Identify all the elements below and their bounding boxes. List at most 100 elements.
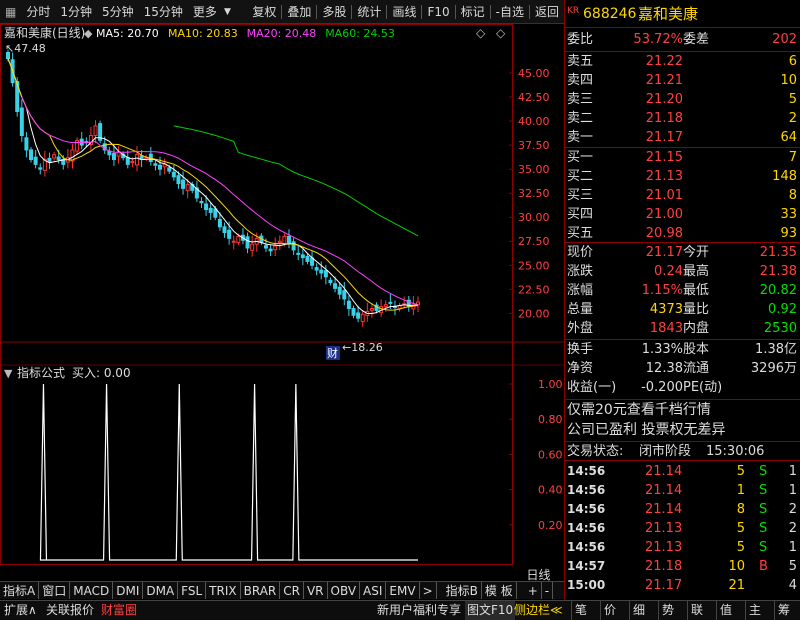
kline-chart[interactable]: 嘉和美康(日线) ◆ MA5: 20.70 MA10: 20.83 MA20: 20.… <box>0 24 564 566</box>
adjust-button[interactable]: 复权 <box>247 0 281 24</box>
indicator-tab[interactable]: VR <box>304 582 328 599</box>
candle-body <box>130 160 135 163</box>
bid-row[interactable]: 买三 21.01 8 <box>565 186 800 205</box>
side-tab[interactable]: 值 <box>716 601 732 620</box>
candle-body <box>47 157 52 162</box>
side-tab[interactable]: 联 <box>687 601 703 620</box>
side-tab[interactable]: 价 <box>600 601 616 620</box>
candle-body <box>181 179 186 189</box>
stats-button[interactable]: 统计 <box>352 0 386 24</box>
period-more[interactable]: 更多 <box>188 0 222 24</box>
wealth-circle-button[interactable]: 财富圈 <box>101 601 137 620</box>
candle-body <box>227 229 232 239</box>
candle-body <box>300 254 305 259</box>
candlesticks <box>6 49 420 327</box>
candle-body <box>250 243 255 251</box>
stat-row: 涨跌 0.24 最高 21.38 <box>567 264 797 279</box>
ma-settings-icon[interactable]: ◆ <box>84 27 93 40</box>
indicator-tab[interactable]: 模 板 <box>482 582 517 599</box>
indicator-tab[interactable]: FSL <box>178 582 207 599</box>
mark-button[interactable]: 标记 <box>456 0 490 24</box>
related-quotes-button[interactable]: 关联报价 <box>46 601 94 620</box>
candle-body <box>388 301 393 304</box>
ma-label-1: MA10: 20.83 <box>168 27 238 40</box>
indicator-tab[interactable]: 窗口 <box>39 582 71 599</box>
indicator-tab[interactable]: MACD <box>70 582 114 599</box>
candle-body <box>167 167 172 172</box>
indicator-tab[interactable]: EMV <box>386 582 420 599</box>
candle-body <box>333 283 338 289</box>
grid-icon[interactable]: ▦ <box>0 0 21 24</box>
notice-2[interactable]: 公司已盈利 投票权无差异 <box>565 421 800 440</box>
price-axis: 45.00 42.50 40.00 37.50 35.00 32.50 30.00 27.50… <box>509 67 550 320</box>
chevron-down-icon[interactable]: ▼ <box>222 0 233 24</box>
overlay-button[interactable]: 叠加 <box>282 0 316 24</box>
indicator-tab[interactable]: OBV <box>328 582 361 599</box>
indicator-tab[interactable]: > <box>420 582 437 599</box>
period-5min[interactable]: 5分钟 <box>97 0 139 24</box>
indicator-tab[interactable]: CR <box>280 582 304 599</box>
f10-button[interactable]: F10 <box>422 0 454 24</box>
bid-row[interactable]: 买四 21.00 33 <box>565 205 800 224</box>
price-tick: 32.50 <box>518 187 550 200</box>
remove-watchlist-button[interactable]: -自选 <box>491 0 529 24</box>
tick-row: 14:56 21.14 1 S 1 <box>567 483 797 498</box>
back-button[interactable]: 返回 <box>530 0 564 24</box>
price-tick: 20.00 <box>518 307 550 320</box>
period-1day[interactable]: 分时 <box>21 0 55 24</box>
high-price-label: ↖47.48 <box>5 42 46 55</box>
price-tick: 45.00 <box>518 67 550 80</box>
candle-body <box>153 163 158 166</box>
bid-row[interactable]: 买五 20.98 93 <box>565 224 800 243</box>
new-user-promo[interactable]: 新用户福利专享 <box>377 601 461 620</box>
candle-body <box>356 312 361 319</box>
f10-graphic-button[interactable]: 图文F10 <box>465 601 516 620</box>
ask-row[interactable]: 卖五 21.22 6 <box>565 52 800 71</box>
bid-row[interactable]: 买二 21.13 148 <box>565 167 800 186</box>
multi-stock-button[interactable]: 多股 <box>317 0 351 24</box>
indicator-tab[interactable]: + <box>525 582 542 599</box>
ask-row[interactable]: 卖一 21.17 64 <box>565 128 800 147</box>
candle-body <box>213 208 218 218</box>
indicator-tab[interactable]: TRIX <box>206 582 241 599</box>
draw-line-button[interactable]: 画线 <box>387 0 421 24</box>
side-tab[interactable]: 筹 <box>774 601 790 620</box>
ask-row[interactable]: 卖三 21.20 5 <box>565 90 800 109</box>
ask-row[interactable]: 卖四 21.21 10 <box>565 71 800 90</box>
indicator-tab[interactable]: DMI <box>113 582 144 599</box>
expand-button[interactable]: 扩展∧ <box>4 601 37 620</box>
bid-row[interactable]: 买一 21.15 7 <box>565 148 800 167</box>
stat-row: 现价 21.17 今开 21.35 <box>567 245 797 260</box>
notice-1[interactable]: 仅需20元查看千档行情 <box>565 401 800 420</box>
side-tab[interactable]: 笔 <box>571 601 587 620</box>
indicator-tab[interactable]: 指标A <box>0 582 40 599</box>
price-tick: 40.00 <box>518 115 550 128</box>
candle-body <box>346 300 351 310</box>
fundamental-row: 收益(一) -0.200 PE(动) <box>567 380 723 395</box>
finance-badge-label: 财 <box>327 346 338 360</box>
candle-body <box>208 207 213 213</box>
indicator-tab[interactable]: ASI <box>360 582 387 599</box>
indicator-tab[interactable]: BRAR <box>241 582 281 599</box>
period-1min[interactable]: 1分钟 <box>55 0 97 24</box>
indicator-tab[interactable]: DMA <box>143 582 179 599</box>
sidebar-toggle[interactable]: 侧边栏≪ <box>514 601 563 620</box>
candle-body <box>125 157 130 165</box>
expand-icon[interactable]: ◇ <box>496 26 506 40</box>
diamond-icon[interactable]: ◇ <box>476 26 486 40</box>
price-tick: 22.50 <box>518 283 550 296</box>
candle-body <box>369 308 374 311</box>
indicator-tab[interactable]: - <box>542 582 554 599</box>
side-tab[interactable]: 势 <box>658 601 674 620</box>
ma-lines <box>7 58 419 314</box>
indicator-title[interactable]: 指标公式 <box>17 365 65 380</box>
ask-row[interactable]: 卖二 21.18 2 <box>565 109 800 128</box>
period-15min[interactable]: 15分钟 <box>139 0 188 24</box>
side-tab[interactable]: 主 <box>745 601 761 620</box>
indicator-tab[interactable]: 指标B <box>443 582 482 599</box>
indicator-value: 买入: 0.00 <box>72 366 131 380</box>
collapse-icon[interactable]: ▼ <box>4 367 13 380</box>
side-tab[interactable]: 细 <box>629 601 645 620</box>
ma-label-0: MA5: 20.70 <box>96 27 159 40</box>
stat-row: 总量 4373 量比 0.92 <box>567 302 797 317</box>
